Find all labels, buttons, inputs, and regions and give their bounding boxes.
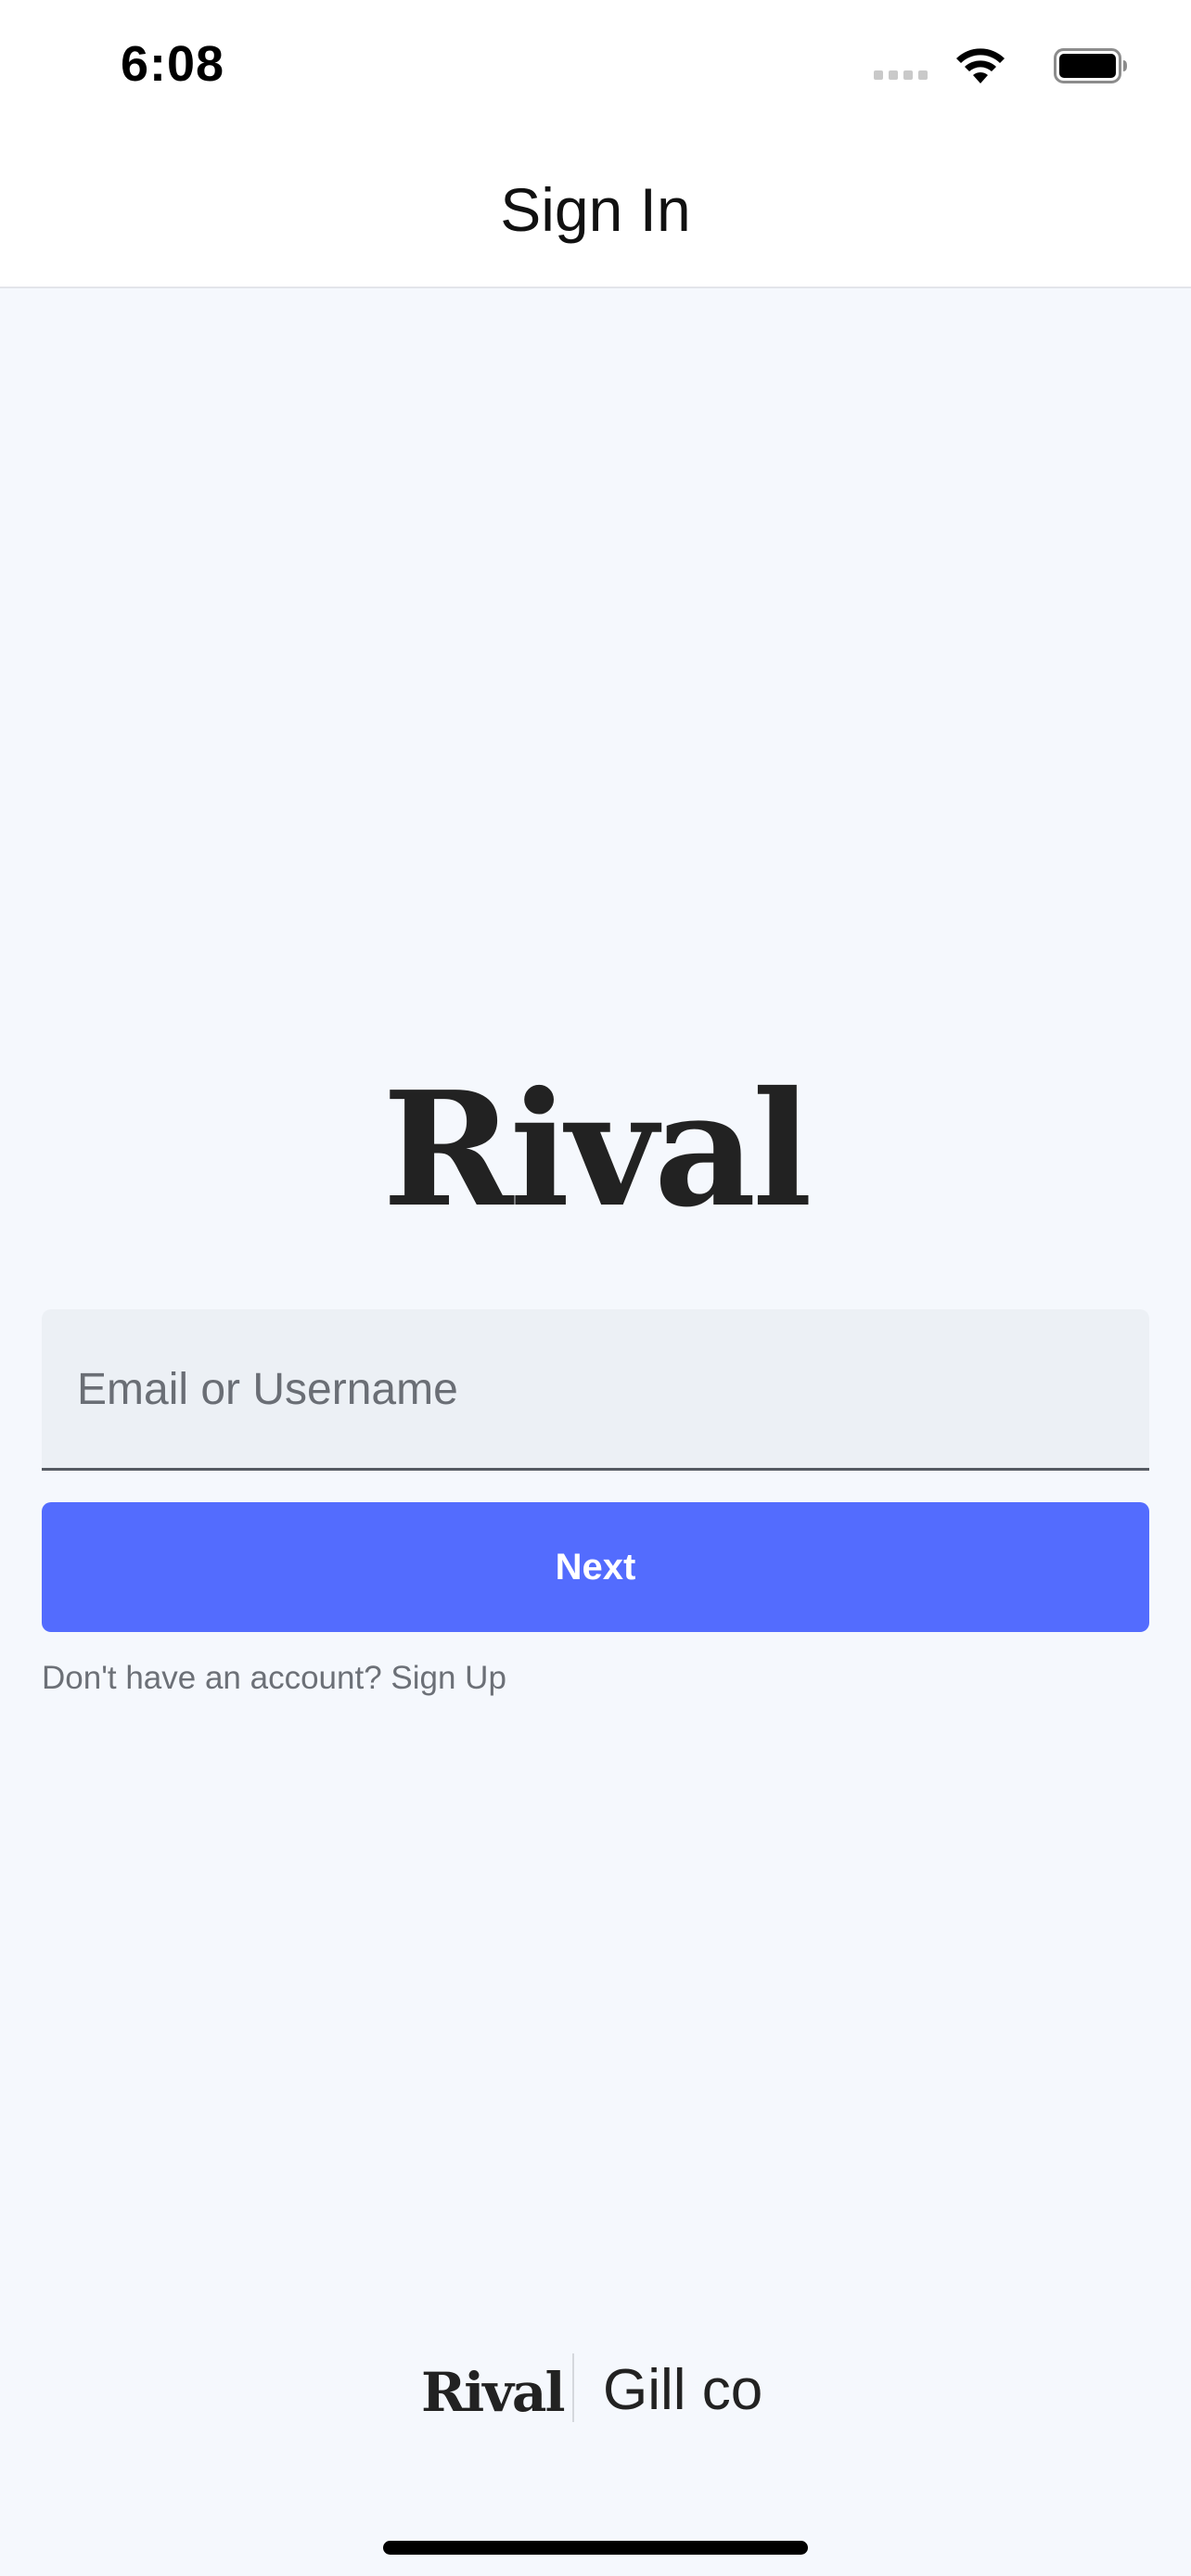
email-field[interactable] <box>42 1309 1149 1471</box>
home-indicator[interactable] <box>383 2541 808 2555</box>
wifi-icon <box>956 48 1005 83</box>
rival-logo: Rival <box>382 1057 812 1243</box>
footer-partner-logo: Gill co <box>603 2358 763 2422</box>
status-bar: 6:08 <box>0 0 1191 139</box>
page-title: Sign In <box>500 175 691 244</box>
signup-link[interactable]: Sign Up <box>391 1660 506 1696</box>
footer-divider <box>572 2353 574 2422</box>
next-button[interactable]: Next <box>42 1502 1149 1632</box>
status-time: 6:08 <box>121 36 225 92</box>
footer: Rival Gill co <box>0 2352 1191 2426</box>
signup-prompt-text: Don't have an account? <box>42 1660 382 1696</box>
signal-icon <box>874 70 928 80</box>
nav-bar: Sign In <box>0 139 1191 288</box>
battery-icon <box>1054 48 1127 83</box>
signup-prompt: Don't have an account? Sign Up <box>42 1660 506 1697</box>
footer-brand-logo: Rival <box>421 2361 566 2424</box>
email-input[interactable] <box>75 1309 1118 1470</box>
